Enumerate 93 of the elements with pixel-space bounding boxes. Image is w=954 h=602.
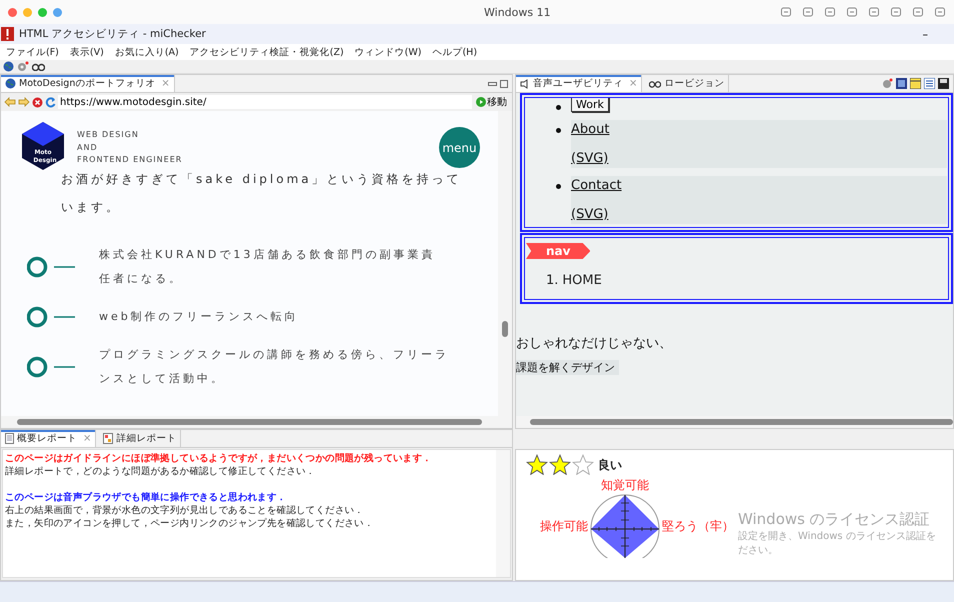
minimize-icon[interactable]: [488, 82, 497, 86]
report-tab[interactable]: 詳細レポート: [99, 430, 182, 447]
tray-icon[interactable]: [846, 6, 858, 18]
bullet-icon: [556, 105, 561, 110]
intro-paragraph: お酒が好きすぎて「sake diploma」という資格を持っています。: [61, 171, 463, 216]
forward-arrow-icon[interactable]: [18, 97, 30, 107]
heading-link[interactable]: About: [571, 122, 610, 137]
menu-item[interactable]: 表示(V): [70, 46, 104, 58]
report-line: 右上の結果画面で，背景が水色の文字列が見出しであることを確認してください．: [5, 504, 365, 517]
vertical-scrollbar[interactable]: [498, 111, 512, 416]
heading-text: 課題を解くデザイン: [516, 360, 619, 375]
tray-icon[interactable]: [824, 6, 836, 18]
dot[interactable]: [53, 8, 62, 16]
menu-button[interactable]: menu: [439, 127, 480, 168]
horizontal-scrollbar[interactable]: [1, 416, 512, 428]
minimize-dot[interactable]: [23, 8, 32, 16]
window-title: Windows 11: [484, 6, 551, 18]
horizontal-scrollbar[interactable]: [516, 416, 953, 428]
tray-icon[interactable]: [890, 6, 902, 18]
tagline-text: WEB DESIGN: [77, 129, 140, 141]
note-icon[interactable]: [910, 78, 921, 89]
tagline-text: FRONTEND ENGINEER: [77, 154, 182, 166]
binoculars-icon: [649, 80, 662, 88]
app-title: HTML アクセシビリティ - miChecker: [19, 27, 206, 41]
report-line: また，矢印のアイコンを押して，ページ内リンクのジャンプ先を確認してください．: [5, 517, 375, 530]
view-tab[interactable]: ロービジョン: [645, 75, 730, 92]
axis-label: 堅ろう（牢）: [662, 518, 734, 534]
browser-tab[interactable]: MotoDesignのポートフォリオ ×: [1, 75, 175, 92]
report-tab[interactable]: 概要レポート ×: [1, 430, 96, 447]
body-text: おしゃれなだけじゃない、: [516, 335, 673, 352]
stop-icon[interactable]: [32, 96, 43, 108]
report-line: このページは音声ブラウザでも簡単に操作できると思われます．: [5, 491, 288, 504]
tray-icon[interactable]: [912, 6, 924, 18]
tray-icon[interactable]: [802, 6, 814, 18]
bullet-icon: [556, 184, 561, 189]
tagline-text: AND: [77, 142, 99, 154]
timeline-marker-icon: [27, 356, 77, 378]
timeline-marker-icon: [27, 256, 77, 278]
gear-icon[interactable]: [17, 61, 29, 72]
report-line: このページはガイドラインにほぼ準拠しているようですが，まだいくつかの問題が残っています．: [5, 452, 433, 465]
url-field[interactable]: https://www.motodesgin.site/: [58, 95, 472, 109]
activation-text: ださい。: [738, 544, 779, 557]
rating-text: 良い: [598, 457, 622, 474]
vertical-scrollbar[interactable]: [496, 450, 510, 577]
nav-tag: nav: [526, 243, 590, 259]
star-icon: [526, 454, 548, 475]
timeline-text: web制作のフリーランスへ転向: [99, 309, 300, 325]
menu-item[interactable]: ファイル(F): [6, 46, 59, 58]
activation-title: Windows のライセンス認証: [738, 510, 931, 529]
globe-icon: [5, 78, 16, 89]
menu-item[interactable]: アクセシビリティ検証・視覚化(Z): [190, 46, 344, 58]
go-button[interactable]: 移動: [474, 95, 509, 109]
axis-label: 操作可能: [540, 518, 588, 534]
save-icon[interactable]: [938, 78, 949, 89]
app-icon: [1, 27, 14, 41]
list-number: 1.: [546, 273, 558, 288]
view-tab[interactable]: 音声ユーザビリティ ×: [516, 75, 642, 92]
timeline-text: 株式会社KURANDで13店舗ある飲食部門の副事業責任者になる。: [99, 247, 436, 287]
axis-label: 知覚可能: [601, 477, 649, 494]
timeline-text: プログラミングスクールの講師を務める傍ら、フリーランスとして活動中。: [99, 347, 449, 387]
svg-link[interactable]: (SVG): [571, 207, 608, 222]
report-icon: [103, 433, 114, 444]
grid-icon[interactable]: [896, 78, 907, 89]
report-line: 詳細レポートで，どのような問題があるか確認して修正してください．: [5, 465, 316, 478]
heading-link[interactable]: Contact: [571, 178, 622, 193]
close-dot[interactable]: [8, 8, 17, 16]
radar-chart-drawing: [590, 494, 660, 558]
svg-link[interactable]: (SVG): [571, 151, 608, 166]
list-icon[interactable]: [924, 78, 935, 89]
binoculars-icon[interactable]: [32, 62, 45, 71]
timeline-marker-icon: [27, 306, 77, 328]
document-icon: [5, 433, 14, 444]
tray-icon[interactable]: [934, 6, 946, 18]
back-arrow-icon[interactable]: [4, 97, 16, 107]
tray-icon[interactable]: [868, 6, 880, 18]
star-icon: [572, 454, 594, 475]
bullet-icon: [556, 128, 561, 133]
play-icon: [476, 97, 486, 107]
zoom-dot[interactable]: [38, 8, 47, 16]
globe-icon[interactable]: [3, 61, 14, 72]
star-icon: [549, 454, 571, 475]
activation-text: 設定を開き、Windows のライセンス認証を: [738, 530, 936, 543]
link-button[interactable]: Work: [571, 97, 609, 112]
list-item-text: HOME: [562, 273, 602, 288]
gear-icon[interactable]: [882, 78, 893, 89]
menu-item[interactable]: お気に入り(A): [114, 46, 179, 58]
minimize-button[interactable]: –: [918, 28, 932, 40]
menu-item[interactable]: ヘルプ(H): [432, 46, 478, 58]
refresh-icon[interactable]: [45, 96, 56, 108]
maximize-icon[interactable]: [500, 80, 508, 88]
tray-icon[interactable]: [780, 6, 792, 18]
menu-item[interactable]: ウィンドウ(W): [354, 46, 422, 58]
speaker-icon: [520, 78, 530, 88]
